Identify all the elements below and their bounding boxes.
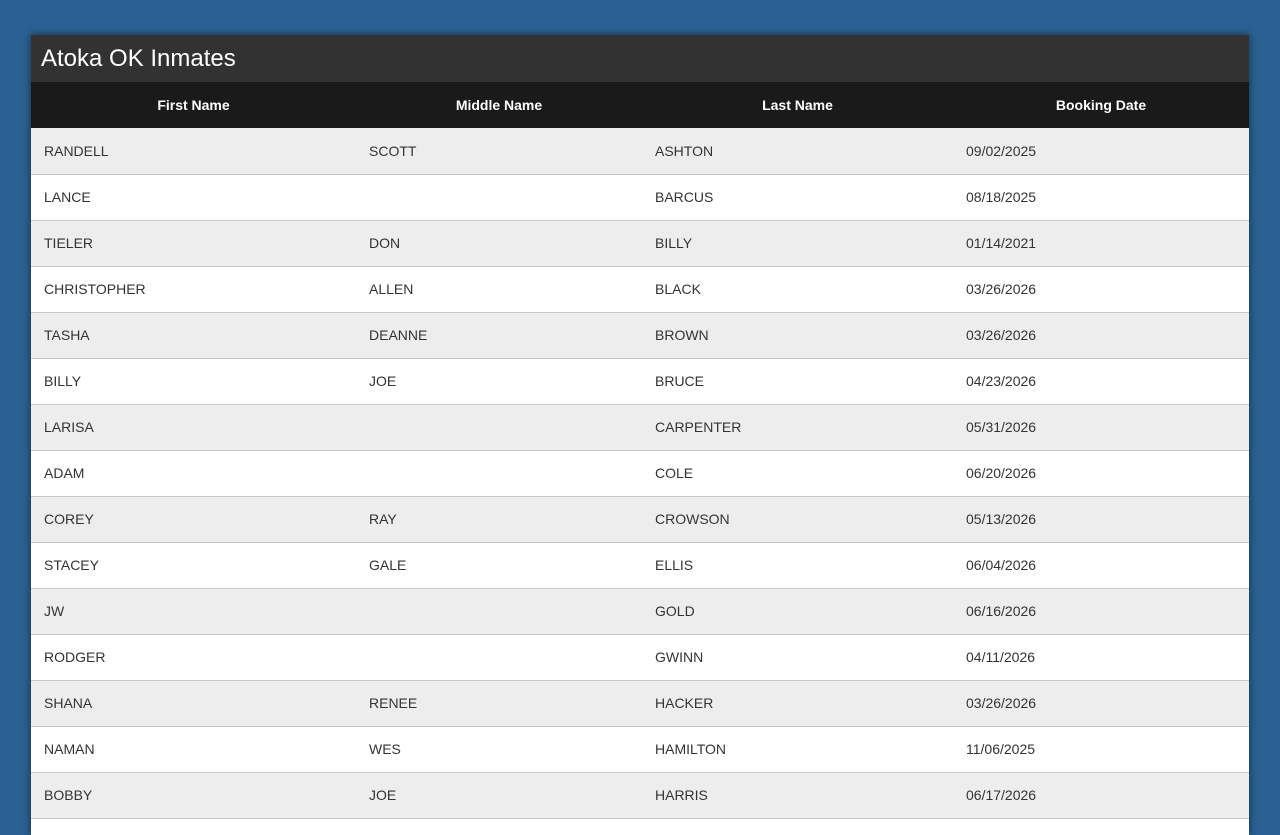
first-name-cell: BOBBY [44,787,93,803]
middle-name-cell: DON [369,235,401,251]
middle-name-cell [356,588,642,634]
booking-date-cell: 08/18/2025 [966,189,1037,205]
page-title: Atoka OK Inmates [41,44,236,72]
table-row[interactable]: CHRISTOPHER ALLEN BLACK 03/26/2026 [31,266,1249,312]
last-name-cell: HARRIS [655,787,708,803]
booking-date-cell: 01/14/2021 [966,235,1037,251]
middle-name-cell: GALE [369,557,407,573]
first-name-cell: ADAM [44,465,85,481]
title-bar: Atoka OK Inmates [31,35,1249,82]
booking-date-cell: 04/11/2026 [966,649,1036,665]
last-name-cell: CROWSON [655,511,730,527]
table-row[interactable]: STACEY GALE ELLIS 06/04/2026 [31,542,1249,588]
first-name-cell: JW [44,603,65,619]
table-row[interactable]: RODGER GWINN 04/11/2026 [31,634,1249,680]
column-header-booking-date[interactable]: Booking Date [953,82,1249,128]
table-row[interactable]: RANDELL SCOTT ASHTON 09/02/2025 [31,128,1249,174]
first-name-cell: LARISA [44,419,94,435]
last-name-cell: BROWN [655,327,709,343]
table-row[interactable]: COREY RAY CROWSON 05/13/2026 [31,496,1249,542]
last-name-cell: BARCUS [655,189,714,205]
booking-date-cell: 03/26/2026 [966,281,1037,297]
table-row[interactable]: TIELER DON BILLY 01/14/2021 [31,220,1249,266]
first-name-cell: BILLY [44,373,82,389]
first-name-cell: RODGER [44,649,106,665]
last-name-cell: GOLD [655,603,695,619]
middle-name-cell: WES [369,741,401,757]
middle-name-cell: DEANNE [369,327,428,343]
booking-date-cell: 05/31/2026 [966,419,1037,435]
table-row[interactable]: TASHA DEANNE BROWN 03/26/2026 [31,312,1249,358]
booking-date-cell: 03/26/2026 [966,695,1037,711]
table-row[interactable]: BOBBY JOE HARRIS 06/17/2026 [31,772,1249,818]
booking-date-cell: 04/23/2026 [966,373,1037,389]
booking-date-cell: 06/16/2026 [966,603,1037,619]
first-name-cell: SHANA [44,695,93,711]
last-name-cell: COLE [655,465,694,481]
middle-name-cell: JOE [369,373,397,389]
booking-date-cell: 06/04/2026 [966,557,1037,573]
first-name-cell: STACEY [44,557,99,573]
inmates-table: First Name Middle Name Last Name Booking… [31,82,1249,819]
middle-name-cell: SCOTT [369,142,417,159]
table-row[interactable]: NAMAN WES HAMILTON 11/06/2025 [31,726,1249,772]
booking-date-cell: 06/17/2026 [966,787,1037,803]
middle-name-cell: RENEE [369,695,418,711]
table-row[interactable]: ADAM COLE 06/20/2026 [31,450,1249,496]
booking-date-cell: 11/06/2025 [966,741,1036,757]
middle-name-cell [356,174,642,220]
table-header-row: First Name Middle Name Last Name Booking… [31,82,1249,128]
last-name-cell: BILLY [655,235,693,251]
table-row[interactable]: LARISA CARPENTER 05/31/2026 [31,404,1249,450]
table-row[interactable]: SHANA RENEE HACKER 03/26/2026 [31,680,1249,726]
last-name-cell: ASHTON [655,142,714,159]
column-header-last-name[interactable]: Last Name [642,82,953,128]
middle-name-cell [356,634,642,680]
first-name-cell: RANDELL [44,142,109,159]
first-name-cell: TASHA [44,327,90,343]
table-row[interactable]: LANCE BARCUS 08/18/2025 [31,174,1249,220]
middle-name-cell [356,450,642,496]
first-name-cell: COREY [44,511,94,527]
last-name-cell: HAMILTON [655,741,727,757]
last-name-cell: BLACK [655,281,701,297]
first-name-cell: TIELER [44,235,94,251]
last-name-cell: HACKER [655,695,714,711]
last-name-cell: BRUCE [655,373,705,389]
middle-name-cell [356,404,642,450]
last-name-cell: CARPENTER [655,419,742,435]
booking-date-cell: 09/02/2025 [966,142,1037,159]
first-name-cell: LANCE [44,189,91,205]
last-name-cell: ELLIS [655,557,694,573]
table-row[interactable]: BILLY JOE BRUCE 04/23/2026 [31,358,1249,404]
booking-date-cell: 05/13/2026 [966,511,1037,527]
first-name-cell: CHRISTOPHER [44,281,146,297]
first-name-cell: NAMAN [44,741,95,757]
middle-name-cell: ALLEN [369,281,414,297]
inmates-panel: Atoka OK Inmates First Name Middle Name … [31,35,1249,835]
middle-name-cell: JOE [369,787,397,803]
column-header-middle-name[interactable]: Middle Name [356,82,642,128]
column-header-first-name[interactable]: First Name [31,82,356,128]
middle-name-cell: RAY [369,511,397,527]
last-name-cell: GWINN [655,649,704,665]
booking-date-cell: 03/26/2026 [966,327,1037,343]
table-row[interactable]: JW GOLD 06/16/2026 [31,588,1249,634]
booking-date-cell: 06/20/2026 [966,465,1037,481]
